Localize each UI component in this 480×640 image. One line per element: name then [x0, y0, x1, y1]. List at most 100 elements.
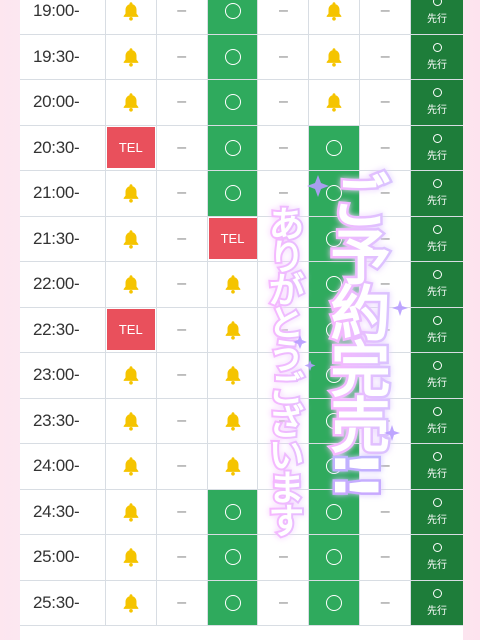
- available-cell[interactable]: [309, 444, 361, 489]
- tel-cell[interactable]: TEL: [208, 216, 259, 261]
- available-cell[interactable]: [309, 535, 361, 580]
- dash-mark: –: [278, 229, 288, 247]
- circle-icon: [224, 503, 241, 520]
- circle-icon: [224, 3, 241, 20]
- time-slot-label: 20:30-: [20, 125, 106, 170]
- bell-icon-cell[interactable]: [208, 444, 259, 489]
- available-cell[interactable]: [207, 34, 259, 79]
- bell-icon-cell[interactable]: [106, 398, 157, 443]
- bell-icon: [123, 548, 139, 567]
- bell-icon-cell[interactable]: [106, 262, 157, 307]
- small-circle-icon: [432, 588, 442, 598]
- advance-label: 先行: [427, 469, 448, 481]
- unavailable-cell: –: [157, 0, 208, 34]
- tel-cell[interactable]: TEL: [106, 125, 157, 170]
- table-row: 23:00- – – – 先行: [20, 353, 463, 399]
- advance-booking-cell[interactable]: 先行: [411, 398, 463, 443]
- available-cell[interactable]: [207, 125, 259, 170]
- tel-cell[interactable]: TEL: [106, 307, 157, 352]
- advance-booking-cell[interactable]: 先行: [411, 444, 463, 489]
- dash-mark: –: [177, 411, 187, 429]
- available-cell[interactable]: [309, 216, 361, 261]
- bell-icon-cell[interactable]: [208, 398, 259, 443]
- unavailable-cell: –: [360, 489, 412, 534]
- available-cell[interactable]: [207, 80, 259, 125]
- advance-booking-cell[interactable]: 先行: [411, 489, 463, 534]
- unavailable-cell: –: [157, 489, 208, 534]
- advance-booking-cell[interactable]: 先行: [411, 125, 463, 170]
- dash-mark: –: [380, 2, 390, 20]
- available-cell[interactable]: [207, 0, 259, 34]
- unavailable-cell: –: [258, 444, 310, 489]
- dash-mark: –: [380, 184, 390, 202]
- bell-icon: [326, 2, 342, 21]
- bell-icon-cell[interactable]: [106, 80, 157, 125]
- dash-mark: –: [177, 184, 187, 202]
- small-circle-icon: [432, 88, 442, 98]
- dash-mark: –: [177, 138, 187, 156]
- available-cell[interactable]: [207, 535, 259, 580]
- advance-booking-cell[interactable]: 先行: [411, 34, 463, 79]
- advance-booking-cell[interactable]: 先行: [411, 80, 463, 125]
- advance-booking-cell[interactable]: 先行: [411, 216, 463, 261]
- advance-booking-cell[interactable]: 先行: [411, 535, 463, 580]
- bell-icon-cell[interactable]: [106, 0, 157, 34]
- bell-icon-cell[interactable]: [106, 353, 157, 398]
- bell-icon-cell[interactable]: [106, 489, 157, 534]
- bell-icon: [123, 503, 139, 522]
- bell-icon-cell[interactable]: [208, 307, 259, 352]
- time-slot-label: 25:30-: [20, 580, 106, 625]
- bell-icon-cell[interactable]: [106, 535, 157, 580]
- advance-booking-cell[interactable]: 先行: [411, 580, 463, 625]
- table-row: 22:00- – – – 先行: [20, 262, 463, 308]
- bell-icon-cell[interactable]: [106, 34, 157, 79]
- circle-icon: [224, 48, 241, 65]
- advance-booking-cell[interactable]: 先行: [411, 307, 463, 352]
- available-cell[interactable]: [309, 353, 361, 398]
- available-cell[interactable]: [309, 125, 361, 170]
- unavailable-cell: –: [360, 535, 412, 580]
- bell-icon-cell[interactable]: [208, 262, 259, 307]
- bell-icon-cell[interactable]: [106, 444, 157, 489]
- dash-mark: –: [380, 593, 390, 611]
- bell-icon-cell[interactable]: [106, 580, 157, 625]
- small-circle-icon: [432, 133, 442, 143]
- tel-badge: TEL: [208, 218, 257, 260]
- available-cell[interactable]: [309, 398, 361, 443]
- bell-icon-cell[interactable]: [208, 353, 259, 398]
- unavailable-cell: –: [157, 216, 208, 261]
- bell-icon-cell[interactable]: [309, 34, 361, 79]
- available-cell[interactable]: [207, 171, 259, 216]
- advance-booking-cell[interactable]: 先行: [411, 0, 463, 34]
- small-circle-icon: [432, 42, 442, 52]
- unavailable-cell: –: [360, 444, 412, 489]
- advance-booking-cell[interactable]: 先行: [411, 262, 463, 307]
- available-cell[interactable]: [309, 307, 361, 352]
- small-circle-icon: [432, 179, 442, 189]
- available-cell[interactable]: [309, 262, 361, 307]
- bell-icon-cell[interactable]: [106, 216, 157, 261]
- time-slot-label: 21:30-: [20, 216, 106, 261]
- available-cell[interactable]: [207, 580, 259, 625]
- advance-booking-cell[interactable]: 先行: [411, 171, 463, 216]
- bell-icon-cell[interactable]: [309, 80, 361, 125]
- table-row: 20:30- TEL – – – 先行: [20, 125, 463, 171]
- advance-label: 先行: [427, 14, 448, 26]
- dash-mark: –: [380, 320, 390, 338]
- table-row: 25:00- – – – 先行: [20, 535, 463, 581]
- advance-label: 先行: [427, 332, 448, 344]
- table-row: 24:00- – – – 先行: [20, 444, 463, 490]
- unavailable-cell: –: [157, 444, 208, 489]
- bell-icon-cell[interactable]: [309, 0, 361, 34]
- bell-icon-cell[interactable]: [106, 171, 157, 216]
- advance-booking-cell[interactable]: 先行: [411, 353, 463, 398]
- dash-mark: –: [278, 548, 288, 566]
- available-cell[interactable]: [207, 489, 259, 534]
- dash-mark: –: [278, 93, 288, 111]
- unavailable-cell: –: [157, 580, 208, 625]
- available-cell[interactable]: [309, 580, 361, 625]
- available-cell[interactable]: [309, 171, 361, 216]
- dash-mark: –: [380, 275, 390, 293]
- available-cell[interactable]: [309, 489, 361, 534]
- dash-mark: –: [177, 548, 187, 566]
